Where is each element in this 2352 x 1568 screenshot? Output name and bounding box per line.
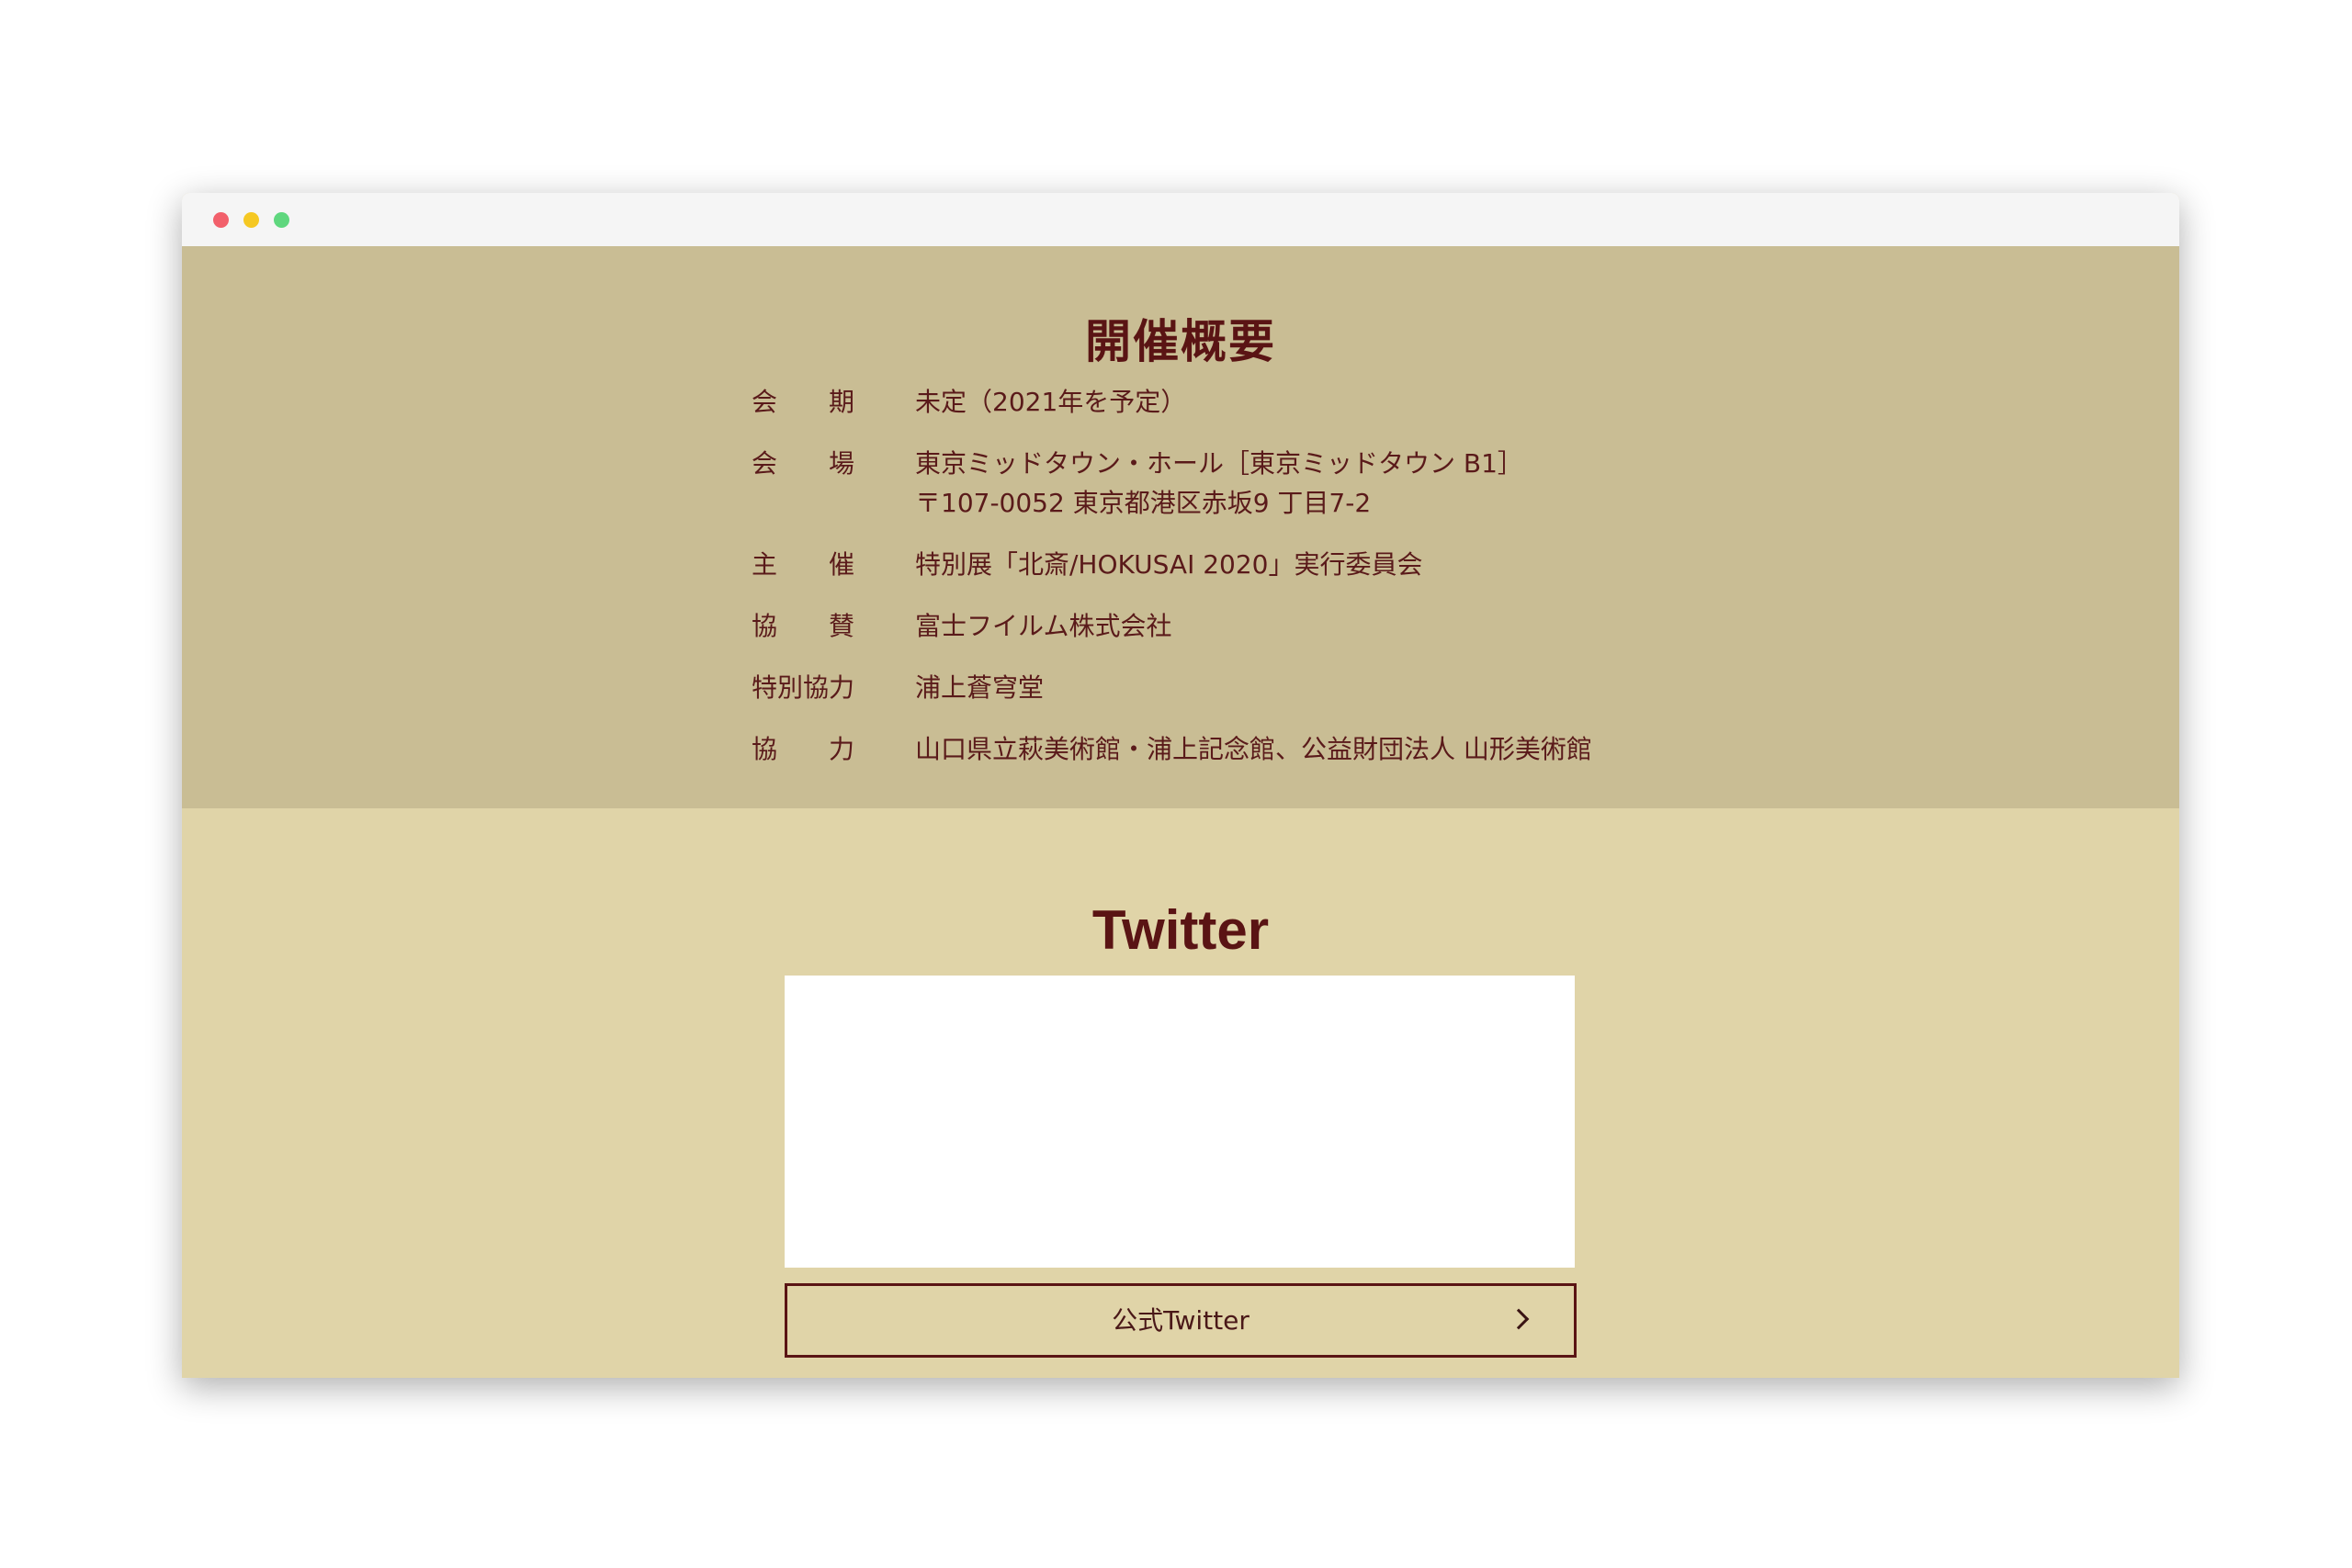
browser-window: 開催概要 会 期 未定（2021年を予定） 会 場 東京ミッドタウン・ホール［東… [182, 193, 2179, 1378]
detail-row-organizer: 主 催 特別展「北斎/HOKUSAI 2020」実行委員会 [752, 545, 1762, 584]
twitter-timeline-embed[interactable] [785, 976, 1575, 1268]
detail-row-period: 会 期 未定（2021年を予定） [752, 382, 1762, 422]
detail-row-sponsor: 協 賛 富士フイルム株式会社 [752, 606, 1762, 646]
detail-value: 特別展「北斎/HOKUSAI 2020」実行委員会 [915, 549, 1423, 580]
detail-value: 浦上蒼穹堂 [915, 672, 1045, 703]
detail-label: 主 催 [752, 549, 854, 580]
twitter-section: Twitter 公式Twitter [182, 808, 2179, 1378]
close-window-button[interactable] [213, 212, 229, 228]
detail-row-cooperation: 協 力 山口県立萩美術館・浦上記念館、公益財団法人 山形美術館 [752, 729, 1762, 769]
official-twitter-label: 公式Twitter [1112, 1305, 1250, 1336]
detail-value: 未定（2021年を予定） [915, 387, 1187, 417]
detail-value: 東京ミッドタウン・ホール［東京ミッドタウン B1］ 〒107-0052 東京都港… [915, 444, 1762, 523]
venue-name: 東京ミッドタウン・ホール［東京ミッドタウン B1］ [915, 448, 1523, 479]
detail-label: 協 力 [752, 734, 854, 764]
overview-section: 開催概要 会 期 未定（2021年を予定） 会 場 東京ミッドタウン・ホール［東… [182, 246, 2179, 808]
minimize-window-button[interactable] [243, 212, 259, 228]
overview-title: 開催概要 [1085, 314, 1276, 368]
detail-label: 会 場 [752, 448, 854, 479]
detail-label: 会 期 [752, 387, 854, 417]
detail-row-venue: 会 場 東京ミッドタウン・ホール［東京ミッドタウン B1］ 〒107-0052 … [752, 444, 1762, 523]
window-titlebar [182, 193, 2179, 246]
detail-row-special-cooperation: 特別協力 浦上蒼穹堂 [752, 668, 1762, 707]
twitter-title: Twitter [1091, 898, 1270, 961]
maximize-window-button[interactable] [274, 212, 289, 228]
detail-value: 富士フイルム株式会社 [915, 611, 1172, 641]
official-twitter-button[interactable]: 公式Twitter [785, 1283, 1577, 1358]
overview-details: 会 期 未定（2021年を予定） 会 場 東京ミッドタウン・ホール［東京ミッドタ… [752, 382, 1762, 791]
detail-label: 協 賛 [752, 611, 854, 641]
detail-value: 山口県立萩美術館・浦上記念館、公益財団法人 山形美術館 [915, 734, 1592, 764]
detail-label: 特別協力 [752, 672, 855, 703]
venue-address: 〒107-0052 東京都港区赤坂9 丁目7-2 [915, 488, 1372, 518]
